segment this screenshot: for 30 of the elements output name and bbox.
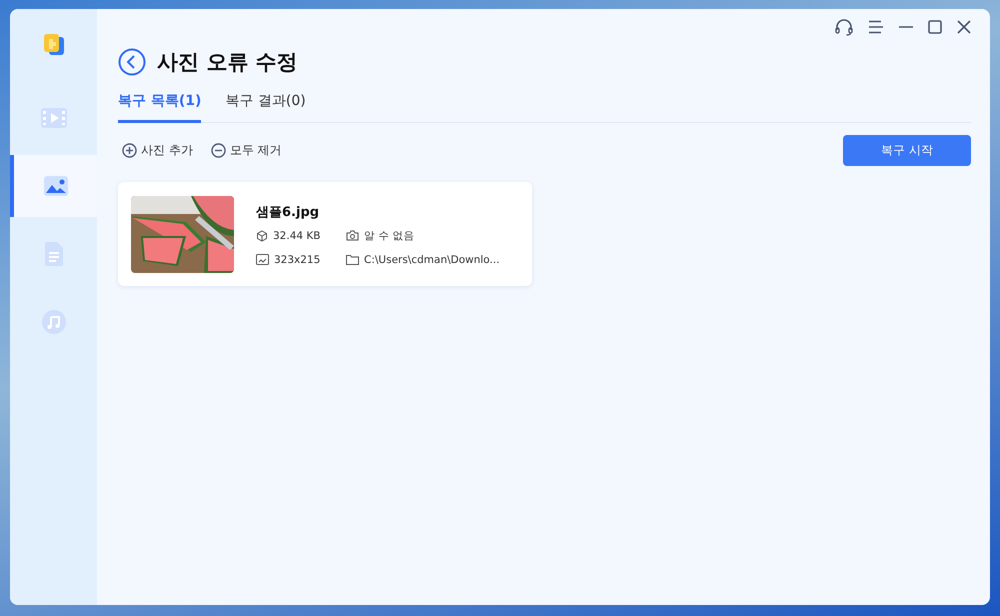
page-title: 사진 오류 수정 [157, 49, 298, 76]
tab[interactable]: 복구 목록(1) [118, 92, 202, 123]
photo-category-tab[interactable] [10, 155, 97, 217]
file-size: 32.44 KB [273, 230, 320, 242]
camera-model: 알 수 없음 [364, 228, 415, 242]
plus-circle-icon [122, 143, 137, 158]
folder-icon [346, 254, 359, 265]
remove-all-button[interactable]: 모두 제거 [206, 142, 282, 159]
tab[interactable]: 복구 결과(0) [225, 92, 306, 123]
image-size-icon [256, 254, 269, 265]
image-icon [42, 175, 68, 197]
minus-circle-icon [210, 143, 226, 158]
document-icon [42, 241, 64, 267]
add-photo-button[interactable]: 사진 추가 [118, 142, 193, 159]
video-icon [40, 106, 68, 130]
file-card[interactable]: 샘플6.jpg 32.44 KB 알 수 없음 323x215 C:\Users\cdman\Downlo... [118, 182, 532, 286]
start-recovery-button[interactable]: 복구 시작 [843, 135, 971, 166]
menu-icon[interactable] [868, 20, 884, 34]
minimize-icon[interactable] [899, 26, 913, 28]
headset-icon[interactable] [835, 18, 853, 36]
music-icon [40, 309, 66, 335]
file-path: C:\Users\cdman\Downlo... [364, 254, 500, 266]
cube-icon [256, 230, 268, 242]
close-icon[interactable] [957, 20, 971, 34]
camera-icon [346, 230, 359, 241]
maximize-icon[interactable] [928, 20, 942, 34]
back-icon[interactable] [118, 48, 146, 76]
app-logo-icon [42, 33, 64, 57]
image-dimensions: 323x215 [274, 254, 320, 266]
file-name: 샘플6.jpg [256, 204, 320, 220]
